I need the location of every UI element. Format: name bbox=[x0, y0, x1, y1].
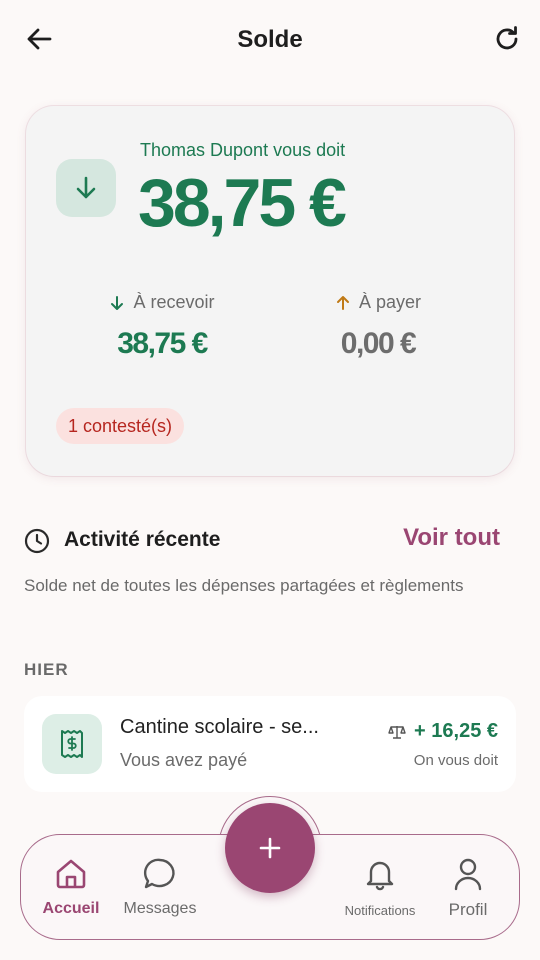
arrow-up-small-icon bbox=[336, 295, 349, 310]
app-header: Solde bbox=[0, 0, 540, 84]
to-receive-label: À recevoir bbox=[133, 292, 215, 312]
user-icon bbox=[454, 858, 482, 891]
to-pay-header: À payer bbox=[278, 292, 478, 313]
refresh-button[interactable] bbox=[492, 24, 524, 56]
add-expense-button[interactable] bbox=[225, 803, 315, 893]
to-pay-label: À payer bbox=[358, 292, 422, 312]
transaction-icon-box bbox=[42, 714, 102, 774]
activity-description: Solde net de toutes les dépenses partagé… bbox=[24, 576, 464, 595]
incoming-badge bbox=[56, 159, 116, 217]
bell-icon bbox=[366, 861, 394, 891]
nav-item-notifications[interactable]: Notifications bbox=[332, 854, 428, 918]
transaction-amount-group: + 16,25 € bbox=[388, 720, 498, 743]
home-icon bbox=[56, 859, 86, 889]
nav-item-profile[interactable]: Profil bbox=[420, 854, 516, 920]
chat-icon bbox=[143, 858, 175, 889]
transaction-row[interactable]: Cantine scolaire - se... Vous avez payé … bbox=[24, 696, 516, 792]
to-pay-amount: 0,00 € bbox=[340, 327, 417, 360]
to-receive-header: À recevoir bbox=[62, 292, 262, 313]
to-pay-column: À payer 0,00 € bbox=[278, 292, 478, 361]
page-title: Solde bbox=[237, 26, 303, 53]
scale-icon bbox=[388, 725, 406, 739]
activity-header: Activité récente Voir tout bbox=[24, 524, 516, 558]
transaction-subtitle: Vous avez payé bbox=[120, 750, 248, 770]
arrow-down-icon bbox=[76, 176, 96, 199]
nav-label-profile: Profil bbox=[448, 900, 488, 919]
activity-title: Activité récente bbox=[64, 528, 221, 551]
balance-card: Thomas Dupont vous doit 38,75 € À recevo… bbox=[26, 106, 514, 476]
plus-icon bbox=[259, 837, 281, 859]
see-all-link[interactable]: Voir tout bbox=[403, 524, 500, 552]
nav-label-home: Accueil bbox=[42, 900, 100, 917]
balance-amount: 38,75 € bbox=[138, 165, 347, 241]
to-receive-amount: 38,75 € bbox=[117, 327, 208, 360]
arrow-down-small-icon bbox=[111, 295, 124, 310]
nav-label-messages: Messages bbox=[123, 900, 197, 917]
refresh-icon bbox=[496, 26, 518, 50]
to-receive-column: À recevoir 38,75 € bbox=[62, 292, 262, 361]
date-section-label: HIER bbox=[24, 660, 69, 679]
nav-label-notifications: Notifications bbox=[344, 903, 416, 918]
transaction-title: Cantine scolaire - se... bbox=[120, 716, 319, 738]
nav-item-home[interactable]: Accueil bbox=[23, 854, 119, 918]
transaction-amount: + 16,25 € bbox=[414, 720, 498, 742]
owes-label: Thomas Dupont vous doit bbox=[140, 140, 346, 160]
nav-item-messages[interactable]: Messages bbox=[112, 854, 208, 918]
receipt-icon bbox=[61, 730, 83, 758]
contested-badge[interactable]: 1 contesté(s) bbox=[56, 408, 185, 444]
clock-icon bbox=[24, 528, 50, 554]
transaction-note: On vous doit bbox=[413, 752, 498, 769]
